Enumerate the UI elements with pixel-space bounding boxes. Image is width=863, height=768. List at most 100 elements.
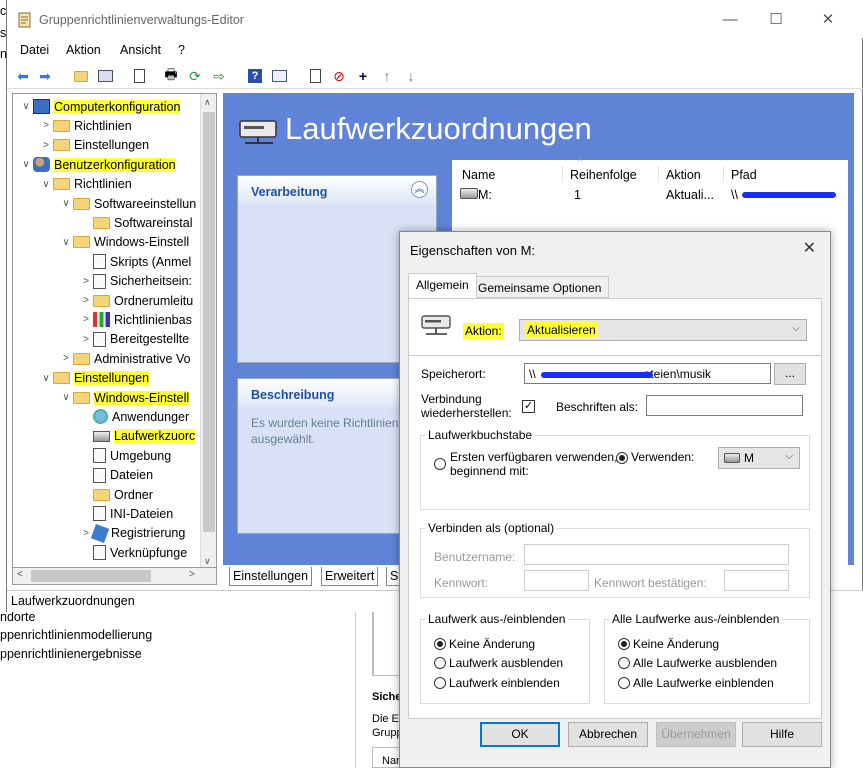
tree-item[interactable]: ∨ Benutzerkonfiguration: [19, 155, 176, 174]
tree-item[interactable]: Ordner: [79, 485, 153, 504]
no-change-radio[interactable]: [434, 638, 446, 650]
chevron-right-icon[interactable]: >: [79, 314, 93, 325]
scroll-left-icon[interactable]: <: [17, 569, 23, 580]
show-all-radio[interactable]: [618, 677, 630, 689]
bg-line[interactable]: ppenrichtlinienmodellierung: [0, 628, 152, 642]
tab-general[interactable]: Allgemein: [408, 273, 477, 299]
tree-item[interactable]: Anwendunger: [79, 407, 189, 426]
bg-line[interactable]: ndorte: [0, 610, 35, 624]
tab-erweitert[interactable]: Erweitert: [321, 567, 379, 586]
tree-item[interactable]: Softwareinstal: [79, 213, 193, 232]
scroll-right-icon[interactable]: >: [189, 569, 195, 580]
chevron-right-icon[interactable]: >: [79, 276, 93, 287]
delete-icon[interactable]: ⊘: [329, 66, 349, 86]
export-icon[interactable]: ⇨: [209, 66, 229, 86]
chevron-right-icon[interactable]: >: [39, 140, 53, 151]
tree-item[interactable]: Dateien: [79, 466, 153, 485]
chevron-right-icon[interactable]: >: [39, 120, 53, 131]
password-input[interactable]: [524, 570, 589, 591]
first-available-radio[interactable]: [434, 458, 446, 470]
refresh-icon[interactable]: ⟳: [185, 66, 205, 86]
tree-item[interactable]: > Registrierung: [79, 523, 185, 543]
bg-line[interactable]: ppenrichtlinienergebnisse: [0, 647, 142, 661]
tree-item[interactable]: > Richtlinienbas: [79, 310, 192, 329]
hide-drive-radio[interactable]: [434, 657, 446, 669]
hscroll-thumb[interactable]: [31, 570, 151, 582]
tree-item[interactable]: Umgebung: [79, 446, 171, 465]
tree-item[interactable]: ∨ Softwareeinstellun: [59, 194, 196, 213]
all-no-change-radio[interactable]: [618, 638, 630, 650]
close-button[interactable]: ✕: [805, 6, 851, 34]
properties-icon[interactable]: [129, 66, 149, 86]
maximize-button[interactable]: ☐: [753, 6, 799, 34]
menu-aktion[interactable]: Aktion: [66, 43, 101, 57]
tree-item[interactable]: INI-Dateien: [79, 504, 173, 523]
column-path[interactable]: Pfad: [731, 168, 757, 182]
column-order[interactable]: Reihenfolge: [570, 168, 637, 182]
use-radio[interactable]: [616, 452, 628, 464]
chevron-down-icon[interactable]: ∨: [59, 198, 73, 209]
tree-item[interactable]: ∨ Richtlinien: [39, 175, 131, 194]
column-action[interactable]: Aktion: [666, 168, 701, 182]
view-icon[interactable]: [269, 66, 289, 86]
up-folder-icon[interactable]: [71, 66, 91, 86]
tree-item[interactable]: > Richtlinien: [39, 116, 132, 135]
tab-einstellungen[interactable]: Einstellungen: [229, 567, 313, 586]
chevron-right-icon[interactable]: >: [59, 353, 73, 364]
drive-letter-select[interactable]: M ⌵: [718, 447, 800, 469]
tree-item[interactable]: > Ordnerumleitu: [79, 291, 193, 310]
chevron-down-icon[interactable]: ∨: [39, 373, 53, 384]
collapse-chevron-icon[interactable]: ︽: [411, 181, 428, 198]
tab-common-options[interactable]: Gemeinsame Optionen: [470, 276, 610, 298]
chevron-down-icon[interactable]: ∨: [39, 179, 53, 190]
tree-item[interactable]: Laufwerkzuorc: [79, 427, 196, 446]
hide-all-radio[interactable]: [618, 657, 630, 669]
help-icon[interactable]: ?: [245, 66, 265, 86]
move-down-icon[interactable]: ↓: [401, 66, 421, 86]
forward-arrow-icon[interactable]: ➡: [35, 66, 55, 86]
new-item-icon[interactable]: [305, 66, 325, 86]
location-input[interactable]: \\ ateien\musik: [524, 363, 771, 384]
show-hide-tree-icon[interactable]: [95, 66, 115, 86]
tree-item[interactable]: ∨ Einstellungen: [39, 369, 150, 388]
apply-button[interactable]: Übernehmen: [656, 722, 736, 747]
scroll-down-icon[interactable]: ∨: [204, 556, 211, 567]
add-icon[interactable]: +: [353, 66, 373, 86]
confirm-password-input[interactable]: [724, 570, 789, 591]
action-select[interactable]: Aktualisieren ⌵: [519, 319, 807, 341]
browse-button[interactable]: ...: [774, 363, 806, 385]
username-input[interactable]: [524, 544, 789, 565]
dialog-close-button[interactable]: ✕: [803, 238, 816, 258]
move-up-icon[interactable]: ↑: [377, 66, 397, 86]
chevron-down-icon[interactable]: ∨: [59, 392, 73, 403]
chevron-right-icon[interactable]: >: [79, 334, 93, 345]
ok-button[interactable]: OK: [480, 722, 560, 747]
tree-item[interactable]: > Sicherheitsein:: [79, 272, 192, 291]
tree-horizontal-scrollbar[interactable]: < >: [12, 567, 217, 585]
label-as-input[interactable]: [646, 395, 803, 416]
tree-item[interactable]: ∨ Windows-Einstell: [59, 233, 189, 252]
show-drive-radio[interactable]: [434, 677, 446, 689]
chevron-right-icon[interactable]: >: [79, 295, 93, 306]
scroll-thumb[interactable]: [203, 112, 215, 532]
menu-ansicht[interactable]: Ansicht: [120, 43, 161, 57]
minimize-button[interactable]: —: [707, 6, 753, 34]
chevron-down-icon[interactable]: ∨: [19, 159, 33, 170]
cancel-button[interactable]: Abbrechen: [568, 722, 648, 747]
back-arrow-icon[interactable]: ⬅: [13, 66, 33, 86]
reconnect-checkbox[interactable]: ✓: [522, 400, 535, 413]
tree-item[interactable]: > Bereitgestellte: [79, 330, 189, 349]
tree-item[interactable]: > Administrative Vo: [59, 349, 191, 368]
tree-vertical-scrollbar[interactable]: ∧ ∨: [200, 94, 216, 570]
menu-help[interactable]: ?: [178, 43, 185, 57]
help-button[interactable]: Hilfe: [742, 722, 822, 747]
chevron-down-icon[interactable]: ∨: [59, 237, 73, 248]
chevron-down-icon[interactable]: ∨: [19, 101, 33, 112]
column-name[interactable]: Name: [462, 168, 495, 182]
table-row[interactable]: M: 1 Aktuali... \\: [452, 185, 848, 205]
menu-datei[interactable]: Datei: [20, 43, 49, 57]
title-bar[interactable]: Gruppenrichtlinienverwaltungs-Editor — ☐…: [7, 0, 863, 38]
scroll-up-icon[interactable]: ∧: [204, 97, 211, 108]
tree-item[interactable]: ∨ Windows-Einstell: [59, 388, 190, 407]
tree-item[interactable]: Skripts (Anmel: [79, 252, 191, 271]
